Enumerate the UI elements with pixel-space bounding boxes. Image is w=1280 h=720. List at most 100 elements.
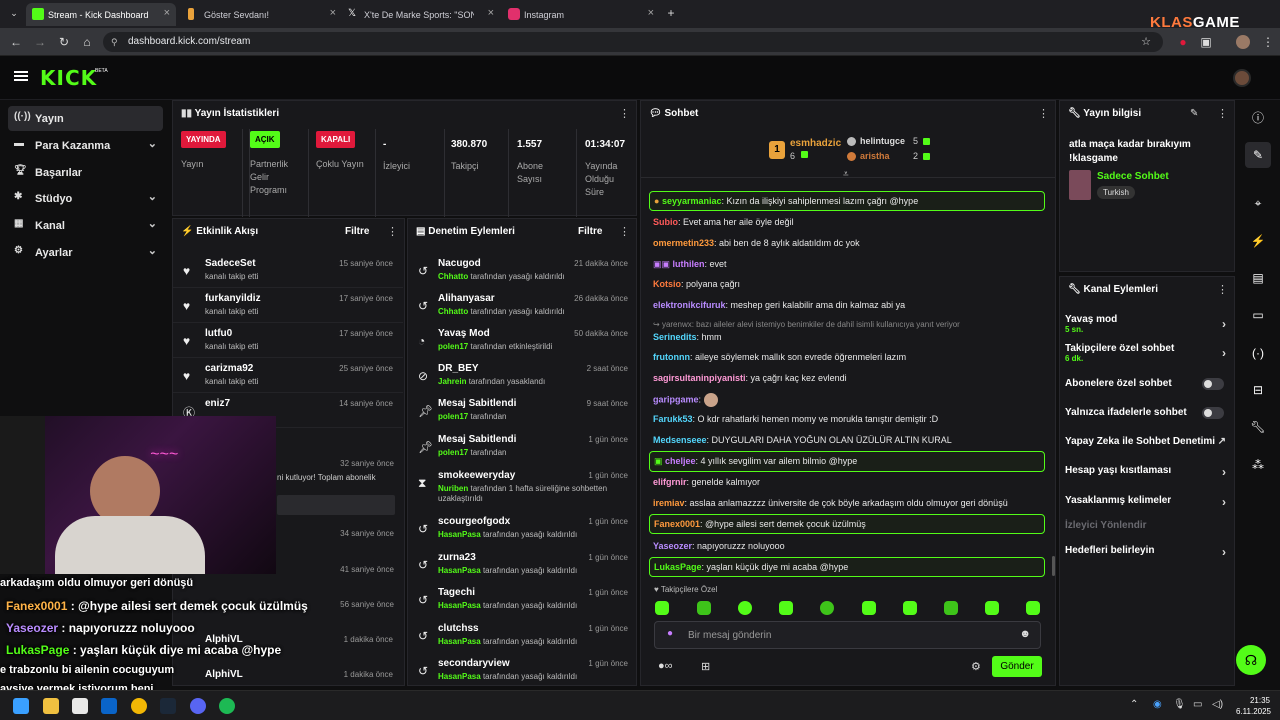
- chat-user[interactable]: Farukk53: [653, 414, 693, 424]
- chat-message[interactable]: elifgrnir: genelde kalmıyor: [653, 477, 1043, 487]
- chat-message[interactable]: Subio: Evet ama her aile öyle değil: [653, 217, 1043, 227]
- action-ai-moderation[interactable]: Yapay Zeka ile Sohbet Denetimi ↗: [1065, 436, 1230, 447]
- tab-list-icon[interactable]: ⌄: [6, 5, 22, 21]
- close-icon[interactable]: ×: [330, 7, 336, 19]
- support-headset-icon[interactable]: ☊: [1236, 645, 1266, 675]
- send-button[interactable]: Gönder: [992, 656, 1042, 677]
- moderator-name[interactable]: Chhatto: [438, 272, 468, 281]
- moderation-target[interactable]: DR_BEY: [438, 363, 479, 374]
- top-chatter-name[interactable]: esmhadzic: [790, 138, 841, 149]
- tray-chevron-icon[interactable]: ⌃: [1130, 699, 1138, 710]
- emote-icon[interactable]: [820, 601, 834, 615]
- chat-user[interactable]: Kotsio: [653, 279, 681, 289]
- spotify-icon[interactable]: [219, 698, 235, 714]
- browser-menu-icon[interactable]: ⋮: [1260, 34, 1276, 50]
- category-link[interactable]: Sadece Sohbet: [1097, 171, 1169, 182]
- moderator-name[interactable]: HasanPasa: [438, 672, 481, 681]
- extension-icon[interactable]: ●: [1175, 34, 1191, 50]
- moderator-name[interactable]: Jahrein: [438, 377, 466, 386]
- emote-icon[interactable]: [944, 601, 958, 615]
- extensions-puzzle-icon[interactable]: ▣: [1198, 34, 1214, 50]
- emote-icon[interactable]: [985, 601, 999, 615]
- wrench-icon[interactable]: 🔧︎: [1245, 414, 1271, 440]
- language-tag[interactable]: Turkish: [1097, 186, 1135, 199]
- more-options-icon[interactable]: ⋮: [387, 225, 398, 238]
- more-options-icon[interactable]: ⋮: [619, 225, 630, 238]
- chat-message[interactable]: LukasPage: yaşları küçük diye mi acaba @…: [649, 557, 1045, 577]
- discord-icon[interactable]: [190, 698, 206, 714]
- more-options-icon[interactable]: ⋮: [1217, 283, 1228, 296]
- moderation-target[interactable]: smokeeweryday: [438, 470, 515, 481]
- chat-message[interactable]: iremiav: asslaa anlamazzzz üniversite de…: [653, 498, 1043, 508]
- notepad-icon[interactable]: [72, 698, 88, 714]
- moderator-name[interactable]: HasanPasa: [438, 566, 481, 575]
- chat-user[interactable]: Subio: [653, 217, 678, 227]
- activity-user[interactable]: eniz7: [205, 398, 230, 409]
- moderation-target[interactable]: Mesaj Sabitlendi: [438, 398, 516, 409]
- forward-icon[interactable]: →: [32, 34, 48, 50]
- chat-message[interactable]: sagirsultaninpiyanisti: ya çağrı kaç kez…: [653, 373, 1043, 383]
- filter-button[interactable]: Filtre: [578, 226, 602, 237]
- activity-user[interactable]: SadeceSet: [205, 258, 256, 269]
- profile-avatar[interactable]: [1236, 35, 1250, 49]
- nav-kanal[interactable]: ▦ Kanal ⌄: [8, 213, 163, 238]
- chat-user[interactable]: sagirsultaninpiyanisti: [653, 373, 746, 383]
- action-account-age[interactable]: Hesap yaşı kısıtlaması ›: [1065, 465, 1230, 479]
- top-chatter-name[interactable]: aristha: [860, 151, 890, 161]
- emote-icon[interactable]: [738, 601, 752, 615]
- chrome-icon[interactable]: [131, 698, 147, 714]
- volume-icon[interactable]: ◁): [1212, 699, 1223, 710]
- chat-user[interactable]: garipgame: [653, 394, 699, 404]
- chat-message[interactable]: ● seyyarmaniac: Kızın da ilişkiyi sahipl…: [649, 191, 1045, 211]
- chat-message[interactable]: Yaseozer: napıyoruzzz noluyooo: [653, 541, 1043, 551]
- moderation-target[interactable]: clutchss: [438, 623, 479, 634]
- chat-user[interactable]: LukasPage: [654, 562, 702, 572]
- url-field[interactable]: ⚲ dashboard.kick.com/stream ☆: [103, 32, 1163, 52]
- top-chatter-name[interactable]: helintugce: [860, 136, 905, 146]
- chat-user[interactable]: luthilen: [673, 259, 705, 269]
- chat-user[interactable]: seyyarmaniac: [662, 196, 722, 206]
- chat-message[interactable]: frutonnn: aileye söylemek mallık son evr…: [653, 352, 1043, 362]
- action-host[interactable]: İzleyici Yönlendir: [1065, 520, 1230, 531]
- chat-user[interactable]: omermetin233: [653, 238, 714, 248]
- info-icon[interactable]: ⓘ: [1245, 105, 1271, 131]
- collaborators-icon[interactable]: ⁂: [1245, 452, 1271, 478]
- layout-icon[interactable]: ⊟: [1245, 377, 1271, 403]
- emote-icon[interactable]: [697, 601, 711, 615]
- filter-button[interactable]: Filtre: [345, 226, 369, 237]
- moderation-target[interactable]: Nacugod: [438, 258, 481, 269]
- close-icon[interactable]: ×: [648, 7, 654, 19]
- more-options-icon[interactable]: ⋮: [619, 107, 630, 120]
- chat-user[interactable]: elektronikcifuruk: [653, 300, 726, 310]
- focus-icon[interactable]: ⌖: [1245, 190, 1271, 216]
- store-icon[interactable]: ⊞: [701, 660, 710, 673]
- activity-user[interactable]: furkanyildiz: [205, 293, 261, 304]
- action-followers-only[interactable]: Takipçilere özel sohbet 6 dk. ›: [1065, 343, 1230, 367]
- chat-message[interactable]: elektronikcifuruk: meshep geri kalabilir…: [653, 300, 1043, 310]
- tab-x-post[interactable]: 𝕏 X'te De Marke Sports: "SON DA ×: [342, 3, 500, 26]
- chat-user[interactable]: cheljee: [665, 456, 696, 466]
- emote-icon[interactable]: [903, 601, 917, 615]
- moderator-name[interactable]: Nuriben: [438, 484, 468, 493]
- chat-message[interactable]: ▣▣ luthilen: evet: [653, 259, 1043, 270]
- action-banned-words[interactable]: Yasaklanmış kelimeler ›: [1065, 495, 1230, 509]
- broadcast-icon[interactable]: (·): [1245, 340, 1271, 366]
- kick-logo[interactable]: KICK: [40, 66, 97, 90]
- microphone-icon[interactable]: 🎙︎: [1173, 699, 1186, 710]
- chat-message[interactable]: Fanex0001: @hype ailesi sert demek çocuk…: [649, 514, 1045, 534]
- emote-icon[interactable]: [655, 601, 669, 615]
- emote-icon[interactable]: [862, 601, 876, 615]
- nav-para-kazanma[interactable]: ▬ Para Kazanma ⌄: [8, 133, 163, 158]
- chat-user[interactable]: yarenwx: [662, 320, 692, 329]
- chat-user[interactable]: frutonnn: [653, 352, 690, 362]
- moderation-target[interactable]: Mesaj Sabitlendi: [438, 434, 516, 445]
- file-explorer-icon[interactable]: [43, 698, 59, 714]
- chat-user[interactable]: elifgrnir: [653, 477, 687, 487]
- moderator-name[interactable]: HasanPasa: [438, 637, 481, 646]
- user-avatar[interactable]: [1233, 69, 1251, 87]
- tab-kick-dashboard[interactable]: Stream - Kick Dashboard ×: [26, 3, 176, 26]
- moderator-name[interactable]: HasanPasa: [438, 601, 481, 610]
- bookmark-star-icon[interactable]: ☆: [1141, 32, 1151, 52]
- chat-user[interactable]: Yaseozer: [653, 541, 692, 551]
- nav-studyo[interactable]: ✱ Stüdyo ⌄: [8, 186, 163, 211]
